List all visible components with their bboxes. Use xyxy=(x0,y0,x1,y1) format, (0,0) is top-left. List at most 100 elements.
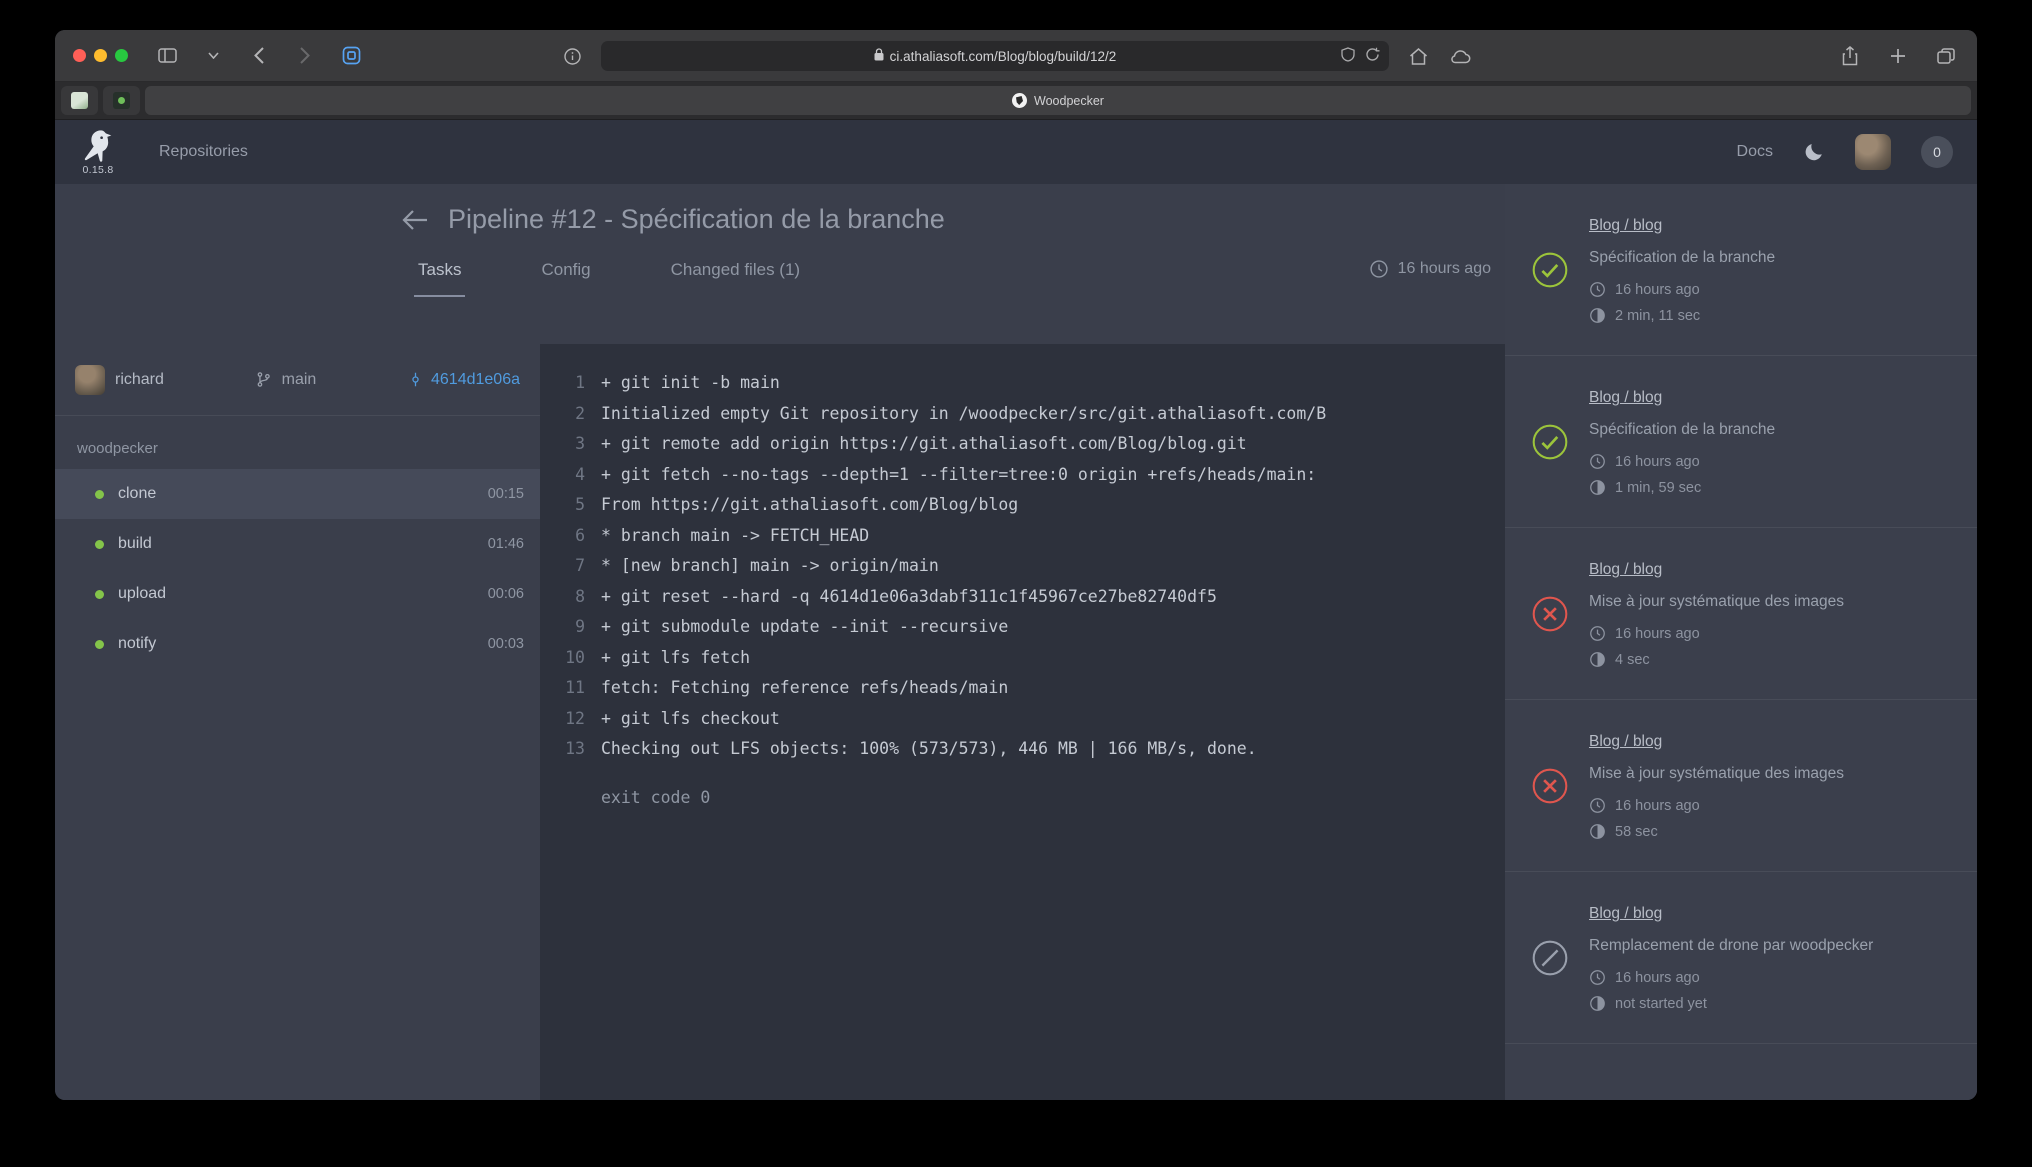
log-line: 9 + git submodule update --init --recurs… xyxy=(540,612,1505,643)
app-shortcut-icon[interactable] xyxy=(338,43,364,69)
close-window-button[interactable] xyxy=(73,49,86,62)
log-line: 1 + git init -b main xyxy=(540,368,1505,399)
page-title: Pipeline #12 - Spécification de la branc… xyxy=(448,204,945,235)
pipeline-repo-link[interactable]: Blog / blog xyxy=(1589,387,1775,409)
failure-x-icon xyxy=(1531,767,1569,805)
step-row[interactable]: build 01:46 xyxy=(55,519,540,569)
pipeline-header: Pipeline #12 - Spécification de la branc… xyxy=(55,184,1505,344)
clock-icon xyxy=(1589,453,1606,470)
exit-code: exit code 0 xyxy=(540,783,1505,814)
log-line-text: + git remote add origin https://git.atha… xyxy=(601,429,1247,460)
zoom-window-button[interactable] xyxy=(115,49,128,62)
log-line-number: 9 xyxy=(540,612,585,643)
commit-hash-link[interactable]: 4614d1e06a xyxy=(407,370,520,389)
chevron-down-icon[interactable] xyxy=(200,43,226,69)
step-status-dot xyxy=(95,590,104,599)
forward-button[interactable] xyxy=(292,43,318,69)
pipeline-list-item[interactable]: Blog / blog Remplacement de drone par wo… xyxy=(1505,872,1977,1044)
steps-panel: richard main 4614d1e06a xyxy=(55,344,540,1100)
pipeline-time: 16 hours ago xyxy=(1589,797,1844,814)
log-line-number: 6 xyxy=(540,521,585,552)
log-line: 13 Checking out LFS objects: 100% (573/5… xyxy=(540,734,1505,765)
pipeline-list-item[interactable]: Blog / blog Spécification de la branche … xyxy=(1505,184,1977,356)
new-tab-icon[interactable] xyxy=(1885,43,1911,69)
theme-toggle-moon-icon[interactable] xyxy=(1803,141,1825,163)
tab-config[interactable]: Config xyxy=(537,260,594,297)
failure-x-icon xyxy=(1531,595,1569,633)
woodpecker-app: 0.15.8 Repositories Docs 0 xyxy=(55,120,1977,1100)
log-line-number: 4 xyxy=(540,460,585,491)
privacy-shield-icon[interactable] xyxy=(1341,47,1355,65)
pinned-tab-1-favicon xyxy=(71,92,88,109)
not-started-icon xyxy=(1531,939,1569,977)
log-line-text: * branch main -> FETCH_HEAD xyxy=(601,521,869,552)
back-button[interactable] xyxy=(246,43,272,69)
home-icon[interactable] xyxy=(1405,43,1431,69)
step-list: clone 00:15 build 01:46 upload 00:06 not… xyxy=(55,469,540,669)
pipeline-list-item[interactable]: Blog / blog Mise à jour systématique des… xyxy=(1505,528,1977,700)
pipeline-duration: 4 sec xyxy=(1589,651,1844,668)
pipeline-list-item[interactable]: Blog / blog Spécification de la branche … xyxy=(1505,356,1977,528)
app-version: 0.15.8 xyxy=(83,165,114,176)
window-controls xyxy=(73,49,128,62)
tab-changed-files[interactable]: Changed files (1) xyxy=(667,260,804,297)
url-text: ci.athaliasoft.com/Blog/blog/build/12/2 xyxy=(890,49,1117,64)
step-row[interactable]: clone 00:15 xyxy=(55,469,540,519)
log-line: 6 * branch main -> FETCH_HEAD xyxy=(540,521,1505,552)
step-row[interactable]: notify 00:03 xyxy=(55,619,540,669)
tab-overview-icon[interactable] xyxy=(1933,43,1959,69)
log-line-number: 1 xyxy=(540,368,585,399)
pipeline-list-item[interactable]: Blog / blog xyxy=(1505,1044,1977,1100)
pipeline-commit-message: Spécification de la branche xyxy=(1589,248,1775,268)
pipeline-duration: 2 min, 11 sec xyxy=(1589,307,1775,324)
pipeline-time: 16 hours ago xyxy=(1589,453,1775,470)
pipeline-repo-link[interactable]: Blog / blog xyxy=(1589,559,1844,581)
reload-icon[interactable] xyxy=(1365,47,1380,65)
pinned-tab-1[interactable] xyxy=(61,86,98,115)
log-line-text: From https://git.athaliasoft.com/Blog/bl… xyxy=(601,490,1018,521)
log-line-text: fetch: Fetching reference refs/heads/mai… xyxy=(601,673,1008,704)
share-icon[interactable] xyxy=(1837,43,1863,69)
pipeline-commit-message: Mise à jour systématique des images xyxy=(1589,592,1844,612)
back-arrow-icon[interactable] xyxy=(400,207,430,233)
user-avatar[interactable] xyxy=(1855,134,1891,170)
log-line-text: Initialized empty Git repository in /woo… xyxy=(601,399,1326,430)
commit-icon xyxy=(407,370,424,389)
pipeline-repo-link[interactable]: Blog / blog xyxy=(1589,731,1844,753)
nav-repositories-link[interactable]: Repositories xyxy=(159,143,248,161)
pipeline-list-item[interactable]: Blog / blog Mise à jour systématique des… xyxy=(1505,700,1977,872)
pinned-tab-2[interactable] xyxy=(103,86,140,115)
desktop-background: ci.athaliasoft.com/Blog/blog/build/12/2 xyxy=(0,0,2032,1167)
pipeline-repo-link[interactable]: Blog / blog xyxy=(1589,215,1775,237)
success-check-icon xyxy=(1531,423,1569,461)
success-check-icon xyxy=(1531,251,1569,289)
address-bar[interactable]: ci.athaliasoft.com/Blog/blog/build/12/2 xyxy=(601,41,1389,71)
queue-count-badge[interactable]: 0 xyxy=(1921,136,1953,168)
step-row[interactable]: upload 00:06 xyxy=(55,569,540,619)
tab-tasks[interactable]: Tasks xyxy=(414,260,465,297)
pipeline-repo-link[interactable]: Blog / blog xyxy=(1589,903,1873,925)
cloud-icon[interactable] xyxy=(1447,43,1473,69)
woodpecker-logo[interactable]: 0.15.8 xyxy=(79,128,117,176)
step-name: clone xyxy=(118,485,156,503)
log-line-number: 12 xyxy=(540,704,585,735)
step-status-dot xyxy=(95,490,104,499)
pinned-tab-2-favicon xyxy=(113,92,130,109)
page-info-icon[interactable] xyxy=(559,43,585,69)
log-line-text: + git submodule update --init --recursiv… xyxy=(601,612,1008,643)
log-line: 10 + git lfs fetch xyxy=(540,643,1505,674)
minimize-window-button[interactable] xyxy=(94,49,107,62)
pipeline-duration: not started yet xyxy=(1589,995,1873,1012)
duration-icon xyxy=(1589,995,1606,1012)
sidebar-toggle-icon[interactable] xyxy=(154,43,180,69)
log-line-text: + git init -b main xyxy=(601,368,780,399)
log-line-number: 13 xyxy=(540,734,585,765)
clock-icon xyxy=(1589,969,1606,986)
safari-window: ci.athaliasoft.com/Blog/blog/build/12/2 xyxy=(55,30,1977,1100)
step-name: upload xyxy=(118,585,166,603)
clock-icon xyxy=(1589,281,1606,298)
step-duration: 01:46 xyxy=(488,536,524,552)
nav-docs-link[interactable]: Docs xyxy=(1737,143,1773,161)
pipeline-list-sidebar: Blog / blog Spécification de la branche … xyxy=(1505,184,1977,1100)
active-browser-tab[interactable]: Woodpecker xyxy=(145,86,1971,115)
